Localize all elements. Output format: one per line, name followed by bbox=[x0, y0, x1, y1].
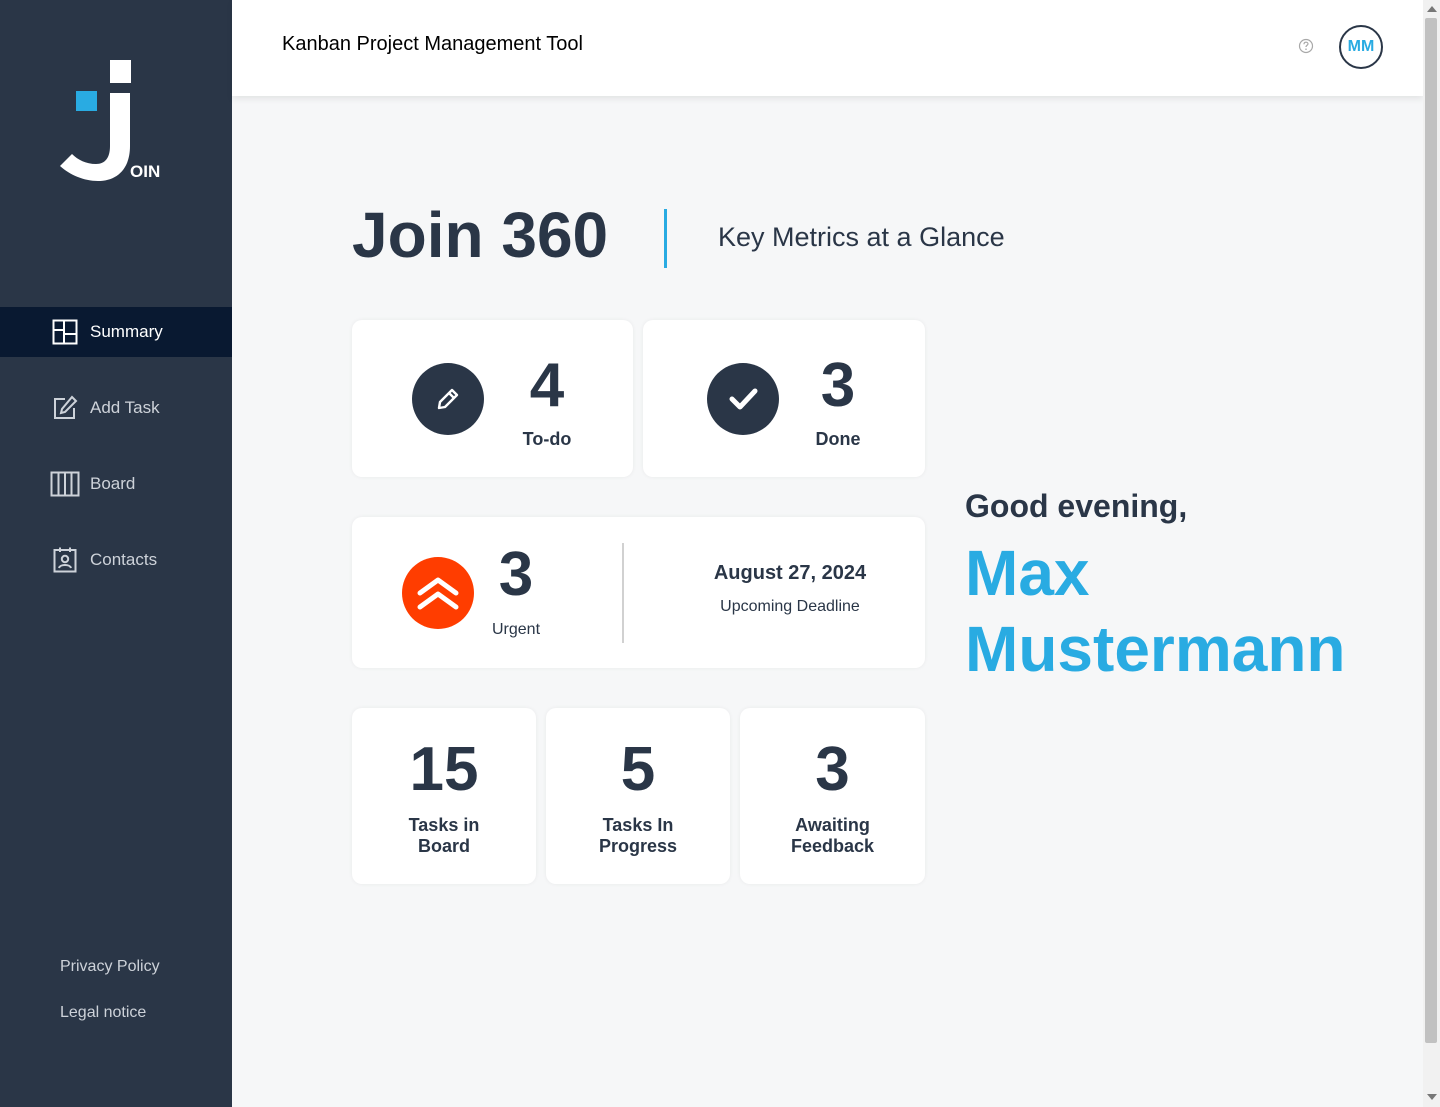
label-line: Tasks in bbox=[408, 815, 480, 835]
scrollbar-thumb[interactable] bbox=[1425, 18, 1437, 1043]
user-first-name: Max bbox=[965, 537, 1090, 609]
sidebar-footer: Privacy Policy Legal notice bbox=[60, 958, 160, 1050]
user-last-name: Mustermann bbox=[965, 613, 1346, 685]
sidebar: OIN Summary Add Task Board Contacts Priv… bbox=[0, 0, 232, 1107]
summary-icon bbox=[50, 317, 80, 347]
deadline-label: Upcoming Deadline bbox=[720, 598, 860, 615]
user-avatar[interactable]: MM bbox=[1339, 25, 1383, 69]
urgent-card-divider bbox=[622, 543, 624, 643]
legal-notice-link[interactable]: Legal notice bbox=[60, 1004, 160, 1022]
edit-square-icon bbox=[50, 393, 80, 423]
help-icon[interactable] bbox=[1298, 38, 1314, 54]
tasks-in-board-label: Tasks in Board bbox=[352, 815, 536, 857]
sidebar-item-summary[interactable]: Summary bbox=[0, 307, 232, 357]
tasks-in-progress-count: 5 bbox=[620, 735, 656, 804]
checkmark-icon bbox=[707, 363, 779, 435]
tasks-in-board-card[interactable]: 15 Tasks in Board bbox=[352, 708, 536, 884]
privacy-policy-link[interactable]: Privacy Policy bbox=[60, 958, 160, 976]
awaiting-feedback-card[interactable]: 3 Awaiting Feedback bbox=[740, 708, 925, 884]
sidebar-item-board[interactable]: Board bbox=[0, 459, 232, 509]
urgent-card[interactable]: 3 Urgent August 27, 2024 Upcoming Deadli… bbox=[352, 517, 925, 668]
pencil-icon bbox=[412, 363, 484, 435]
todo-card[interactable]: 4 To-do bbox=[352, 320, 633, 477]
page-subtitle: Key Metrics at a Glance bbox=[718, 222, 1005, 252]
sidebar-item-label: Add Task bbox=[90, 398, 160, 417]
todo-count: 4 bbox=[529, 351, 565, 420]
done-card[interactable]: 3 Done bbox=[643, 320, 925, 477]
done-label: Done bbox=[815, 429, 861, 449]
tasks-in-progress-label: Tasks In Progress bbox=[546, 815, 730, 857]
done-count: 3 bbox=[820, 351, 856, 420]
urgent-label: Urgent bbox=[491, 621, 541, 638]
svg-text:OIN: OIN bbox=[130, 162, 160, 181]
sidebar-item-label: Summary bbox=[90, 322, 163, 341]
scroll-down-arrow-icon[interactable] bbox=[1427, 1094, 1437, 1100]
join-logo[interactable]: OIN bbox=[58, 58, 168, 188]
deadline-date: August 27, 2024 bbox=[713, 562, 867, 584]
awaiting-feedback-count: 3 bbox=[815, 735, 850, 804]
awaiting-feedback-label: Awaiting Feedback bbox=[740, 815, 925, 857]
greeting-user-name: Max Mustermann bbox=[965, 535, 1405, 687]
title-divider bbox=[664, 209, 667, 268]
label-line: Tasks In bbox=[602, 815, 674, 835]
label-line: Progress bbox=[598, 836, 678, 856]
scroll-up-arrow-icon[interactable] bbox=[1427, 6, 1437, 12]
sidebar-item-label: Contacts bbox=[90, 550, 158, 569]
sidebar-item-contacts[interactable]: Contacts bbox=[0, 535, 232, 585]
todo-label: To-do bbox=[522, 429, 572, 449]
greeting-text: Good evening, bbox=[965, 488, 1188, 524]
sidebar-nav: Summary Add Task Board Contacts bbox=[0, 307, 232, 611]
contacts-icon bbox=[50, 545, 80, 575]
label-line: Board bbox=[417, 836, 470, 856]
top-header: Kanban Project Management Tool MM bbox=[232, 0, 1423, 96]
tasks-in-board-count: 15 bbox=[409, 735, 479, 804]
sidebar-item-add-task[interactable]: Add Task bbox=[0, 383, 232, 433]
label-line: Awaiting bbox=[795, 815, 870, 835]
urgent-priority-icon bbox=[402, 557, 474, 629]
board-icon bbox=[50, 469, 80, 499]
urgent-count: 3 bbox=[498, 540, 534, 609]
sidebar-item-label: Board bbox=[90, 474, 136, 493]
app-title: Kanban Project Management Tool bbox=[282, 33, 583, 55]
label-line: Feedback bbox=[790, 836, 875, 856]
tasks-in-progress-card[interactable]: 5 Tasks In Progress bbox=[546, 708, 730, 884]
page-title: Join 360 bbox=[352, 199, 609, 271]
